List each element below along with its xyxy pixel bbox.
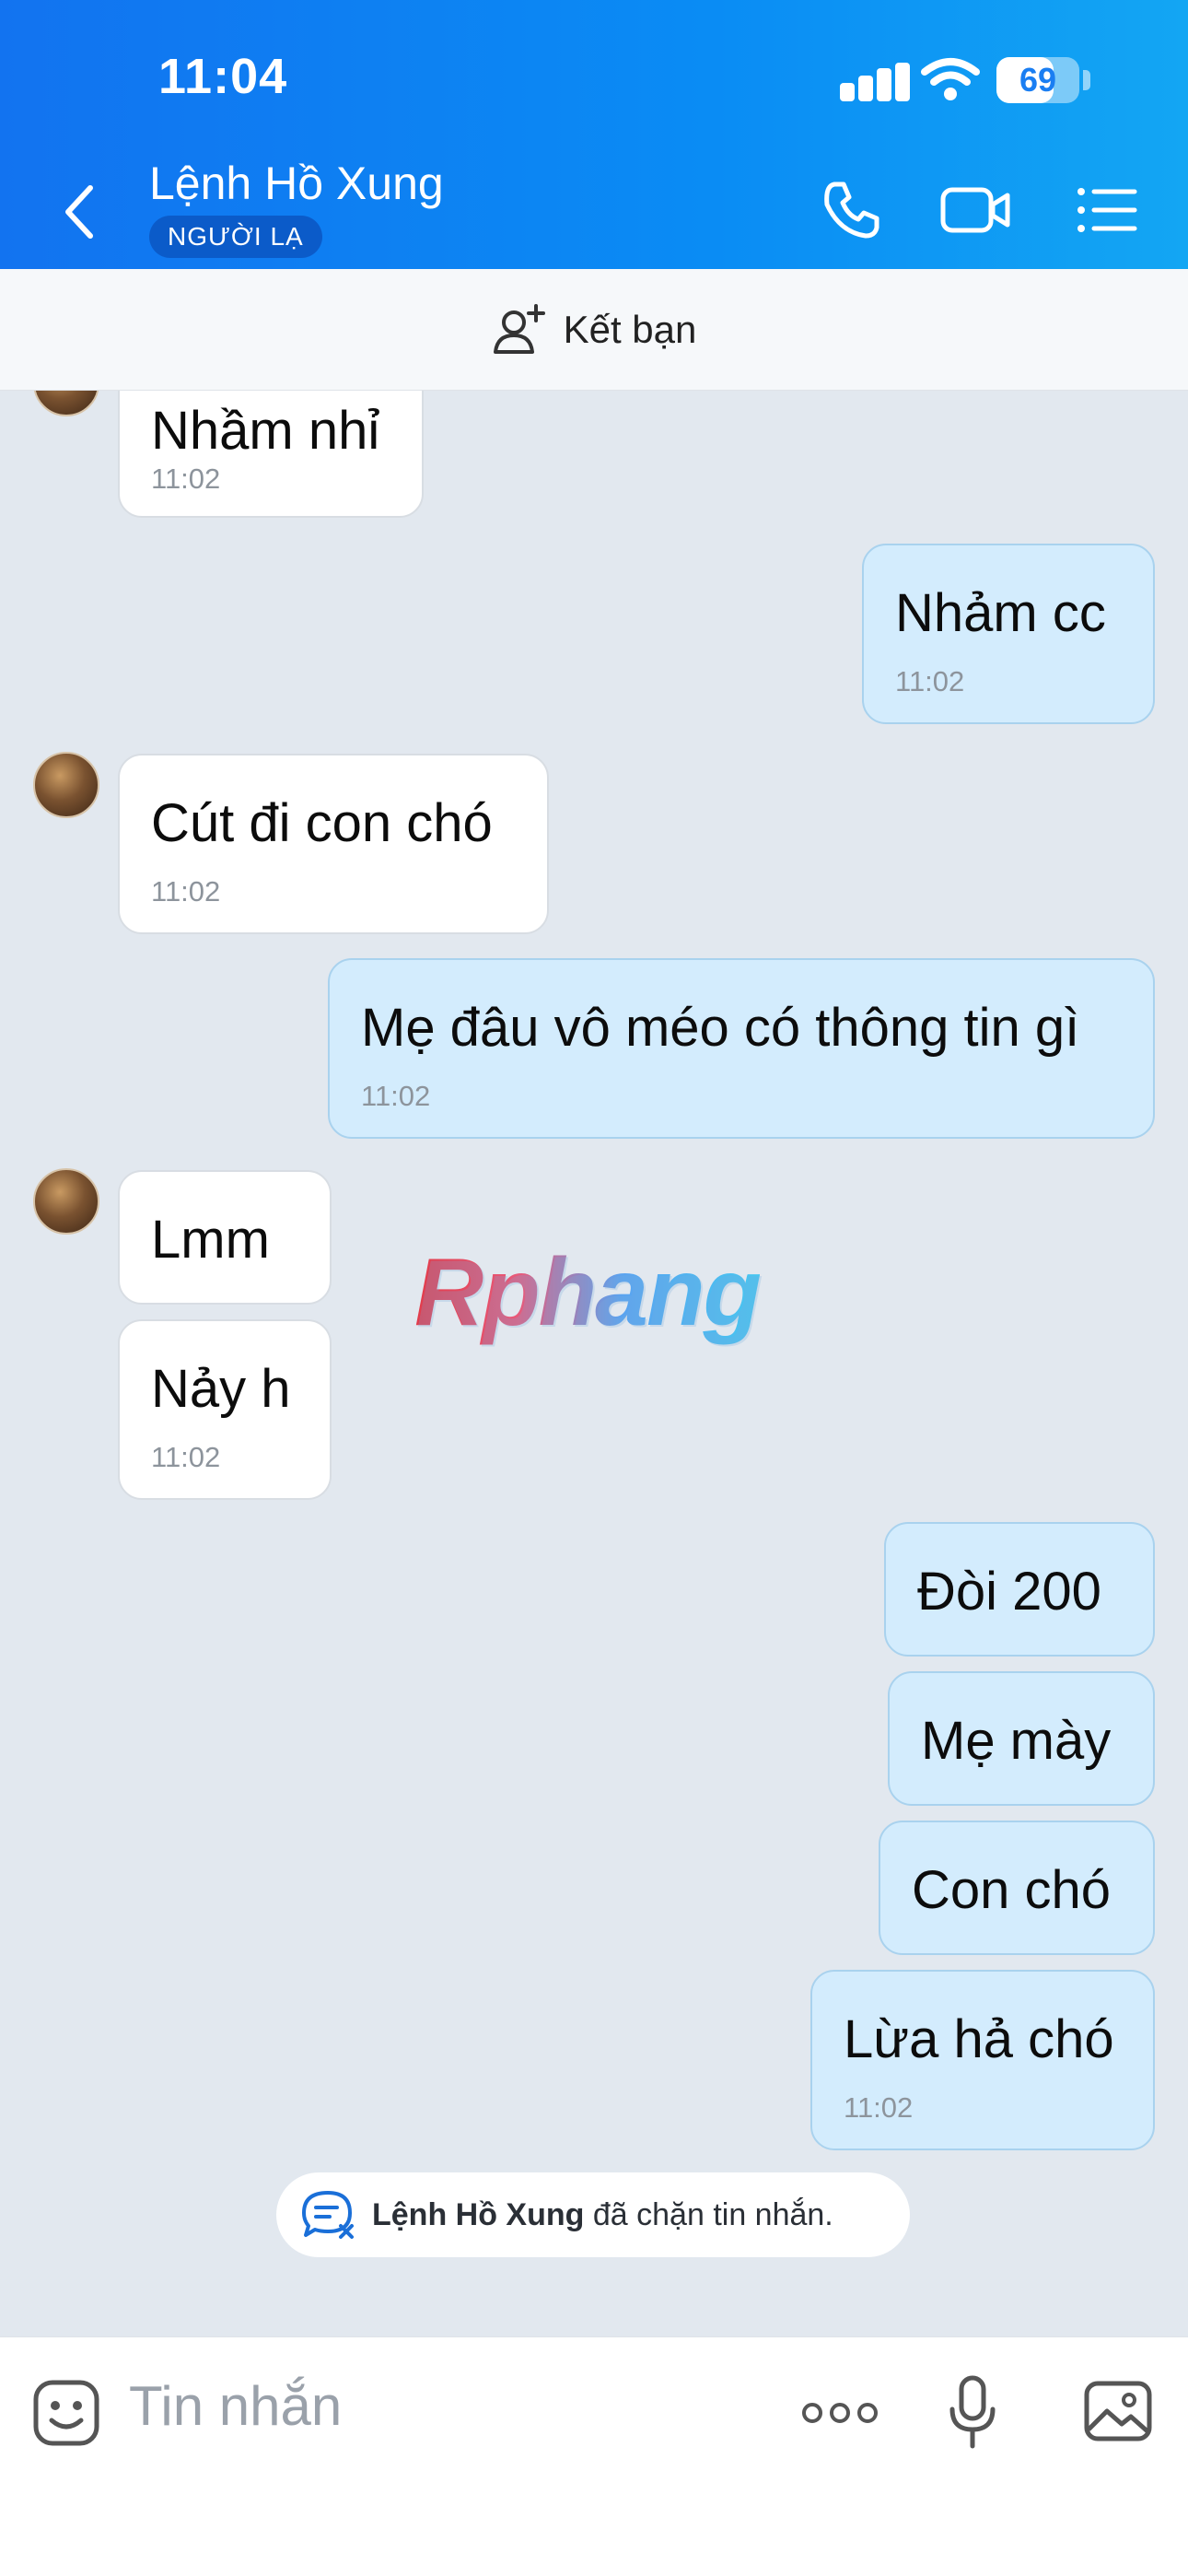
image-icon[interactable] — [1083, 2378, 1153, 2444]
blocked-notice-message: đã chặn tin nhắn. — [592, 2197, 833, 2232]
microphone-icon[interactable] — [945, 2374, 1000, 2452]
video-call-icon[interactable] — [939, 177, 1013, 243]
message-bubble[interactable]: Đòi 200 — [884, 1522, 1155, 1657]
message-text: Đòi 200 — [917, 1562, 1101, 1622]
avatar[interactable] — [33, 1168, 99, 1235]
stranger-badge: NGƯỜI LẠ — [149, 216, 322, 258]
message-blocked-icon — [302, 2191, 354, 2239]
battery-level: 69 — [1019, 61, 1057, 99]
message-list[interactable]: Nhầm nhỉ 11:02 Nhảm cc 11:02 Cút đi con … — [0, 391, 1188, 2336]
message-bubble[interactable]: Nảy h 11:02 — [118, 1319, 332, 1500]
add-friend-icon — [493, 303, 545, 354]
message-input[interactable]: Tin nhắn — [129, 2374, 342, 2438]
avatar[interactable] — [33, 391, 99, 416]
battery-icon: 69 — [996, 57, 1079, 103]
contact-name[interactable]: Lệnh Hồ Xung — [149, 157, 444, 210]
message-bubble[interactable]: Con chó — [879, 1821, 1155, 1955]
message-time: 11:02 — [151, 463, 221, 495]
chat-header: 11:04 69 Lệnh Hồ Xung NGƯỜI LẠ — [0, 0, 1188, 269]
message-bubble[interactable]: Nhảm cc 11:02 — [862, 544, 1155, 724]
blocked-notice-name: Lệnh Hồ Xung — [372, 2197, 585, 2232]
battery-tip — [1083, 70, 1090, 90]
menu-list-icon[interactable] — [1074, 177, 1138, 243]
message-text: Nhảm cc — [895, 583, 1106, 643]
message-time: 11:02 — [151, 875, 221, 907]
message-bubble[interactable]: Lmm — [118, 1170, 332, 1305]
message-text: Con chó — [912, 1860, 1112, 1920]
message-text: Lừa hả chó — [844, 2009, 1114, 2069]
message-time: 11:02 — [361, 1080, 431, 1112]
message-text: Nảy h — [151, 1359, 291, 1419]
cellular-signal-icon — [840, 63, 910, 103]
message-text: Nhầm nhỉ — [151, 401, 380, 461]
message-bubble[interactable]: Cút đi con chó 11:02 — [118, 754, 549, 934]
blocked-notice: Lệnh Hồ Xung đã chặn tin nhắn. — [276, 2172, 910, 2257]
wifi-icon — [921, 58, 980, 100]
message-time: 11:02 — [844, 2091, 914, 2124]
add-friend-bar[interactable]: Kết bạn — [0, 269, 1188, 391]
back-icon[interactable] — [53, 175, 109, 249]
message-bubble[interactable]: Mẹ đâu vô méo có thông tin gì 11:02 — [328, 958, 1155, 1139]
message-time: 11:02 — [895, 665, 965, 697]
watermark-logo: Rphang — [414, 1239, 762, 1346]
phone-icon[interactable] — [818, 177, 884, 243]
message-time: 11:02 — [151, 1441, 221, 1473]
message-text: Mẹ mày — [921, 1711, 1112, 1771]
add-friend-label: Kết bạn — [563, 307, 697, 351]
blocked-notice-text: Lệnh Hồ Xung đã chặn tin nhắn. — [372, 2172, 833, 2257]
message-text: Lmm — [151, 1210, 270, 1270]
message-text: Cút đi con chó — [151, 793, 493, 853]
more-icon[interactable] — [801, 2398, 879, 2428]
message-bubble[interactable]: Nhầm nhỉ 11:02 — [118, 391, 424, 518]
avatar[interactable] — [33, 752, 99, 818]
message-bubble[interactable]: Lừa hả chó 11:02 — [810, 1970, 1155, 2150]
emoji-icon[interactable] — [31, 2378, 101, 2448]
message-text: Mẹ đâu vô méo có thông tin gì — [361, 998, 1080, 1058]
status-time: 11:04 — [158, 49, 288, 104]
message-bubble[interactable]: Mẹ mày — [888, 1671, 1155, 1806]
message-input-bar: Tin nhắn — [0, 2336, 1188, 2576]
